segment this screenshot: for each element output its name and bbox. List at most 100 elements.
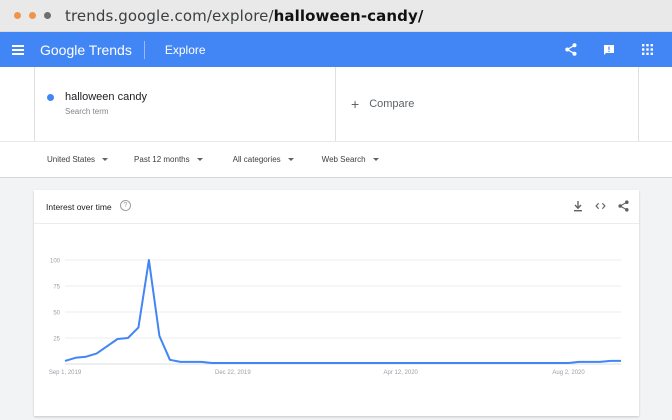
data-point[interactable] [137,327,139,329]
data-point[interactable] [179,361,181,363]
plus-icon: + [351,96,360,112]
search-term-card[interactable]: halloween candy Search term [34,67,336,141]
filter-time-range[interactable]: Past 12 months [134,155,203,164]
app-header: Google Trends Explore [0,32,672,67]
data-point[interactable] [379,362,381,364]
y-tick-label: 100 [50,259,61,265]
data-point[interactable] [85,356,87,358]
data-point[interactable] [242,362,244,364]
data-point[interactable] [127,337,129,339]
interest-line-chart: 25 50 75 100 Sep 1, 2019 Dec 22, 2019 Apr 12, … [49,259,622,376]
data-point[interactable] [253,362,255,364]
y-tick-label: 50 [53,311,60,317]
hamburger-menu-icon[interactable] [12,44,24,55]
filter-search-type[interactable]: Web Search [322,155,379,164]
search-term-label[interactable]: halloween candy [65,91,147,103]
interest-over-time-card: Interest over time ? 25 50 75 100 Sep 1,… [34,190,639,416]
data-point[interactable] [557,362,559,364]
data-point[interactable] [578,361,580,363]
x-tick-label: Dec 22, 2019 [215,370,251,376]
filter-time-label: Past 12 months [134,155,190,164]
data-point[interactable] [368,362,370,364]
data-point[interactable] [431,362,433,364]
browser-address-bar: trends.google.com/explore/halloween-cand… [0,0,672,32]
header-divider [143,40,145,59]
window-dot-close[interactable] [14,12,21,19]
filter-category-label: All categories [232,155,281,164]
data-point[interactable] [305,362,307,364]
data-point[interactable] [326,362,328,364]
data-point[interactable] [400,362,402,364]
data-point[interactable] [347,362,349,364]
data-point[interactable] [568,362,570,364]
chevron-down-icon [102,158,109,161]
data-point[interactable] [158,335,160,337]
data-point[interactable] [473,362,475,364]
chevron-down-icon [372,158,379,161]
data-point[interactable] [463,362,465,364]
data-point[interactable] [337,362,339,364]
x-tick-label: Sep 1, 2019 [49,370,82,376]
data-point[interactable] [410,362,412,364]
data-point[interactable] [442,362,444,364]
data-point[interactable] [148,259,150,261]
data-point[interactable] [211,362,213,364]
y-tick-label: 75 [53,285,60,291]
y-tick-label: 25 [53,337,60,343]
filter-search-type-label: Web Search [321,155,366,164]
data-point[interactable] [295,362,297,364]
data-point[interactable] [232,362,234,364]
filter-category[interactable]: All categories [233,155,294,164]
data-point[interactable] [169,359,171,361]
share-icon[interactable] [564,43,578,57]
data-point[interactable] [547,362,549,364]
data-point[interactable] [599,361,601,363]
data-point[interactable] [263,362,265,364]
data-point[interactable] [106,345,108,347]
search-term-sublabel: Search term [65,107,109,116]
compare-label: Compare [369,98,415,110]
data-point[interactable] [526,362,528,364]
data-point[interactable] [284,362,286,364]
search-terms-row: halloween candy Search term + Compare [0,67,672,141]
x-tick-label: Apr 12, 2020 [384,370,419,376]
data-point[interactable] [452,362,454,364]
data-point[interactable] [389,362,391,364]
url-path: halloween-candy/ [273,6,424,25]
apps-grid-icon[interactable] [640,43,654,57]
data-point[interactable] [505,362,507,364]
filter-bar: United States Past 12 months All categor… [0,141,672,178]
data-point[interactable] [274,362,276,364]
data-point[interactable] [589,361,591,363]
data-point[interactable] [421,362,423,364]
data-point[interactable] [494,362,496,364]
data-point[interactable] [620,360,622,362]
google-trends-logo[interactable]: Google Trends [40,42,132,58]
data-point[interactable] [221,362,223,364]
data-point[interactable] [116,338,118,340]
window-controls [14,12,51,19]
chevron-down-icon [196,158,203,161]
data-point[interactable] [484,362,486,364]
chevron-down-icon [287,158,294,161]
url-prefix: trends.google.com/explore/ [65,6,274,25]
window-dot-minimize[interactable] [29,12,36,19]
window-dot-maximize[interactable] [44,12,51,19]
data-point[interactable] [358,362,360,364]
data-point[interactable] [316,362,318,364]
feedback-icon[interactable] [602,43,616,57]
term-color-dot [47,94,54,101]
data-point[interactable] [200,361,202,363]
data-point[interactable] [190,361,192,363]
data-point[interactable] [95,353,97,355]
data-point[interactable] [536,362,538,364]
data-point[interactable] [610,360,612,362]
url-text[interactable]: trends.google.com/explore/halloween-cand… [65,7,423,25]
filter-region[interactable]: United States [47,155,109,164]
compare-button[interactable]: + Compare [337,67,639,141]
filter-region-label: United States [47,155,96,164]
data-point[interactable] [64,360,66,362]
x-tick-label: Aug 2, 2020 [552,370,585,376]
data-point[interactable] [515,362,517,364]
data-point[interactable] [74,357,76,359]
